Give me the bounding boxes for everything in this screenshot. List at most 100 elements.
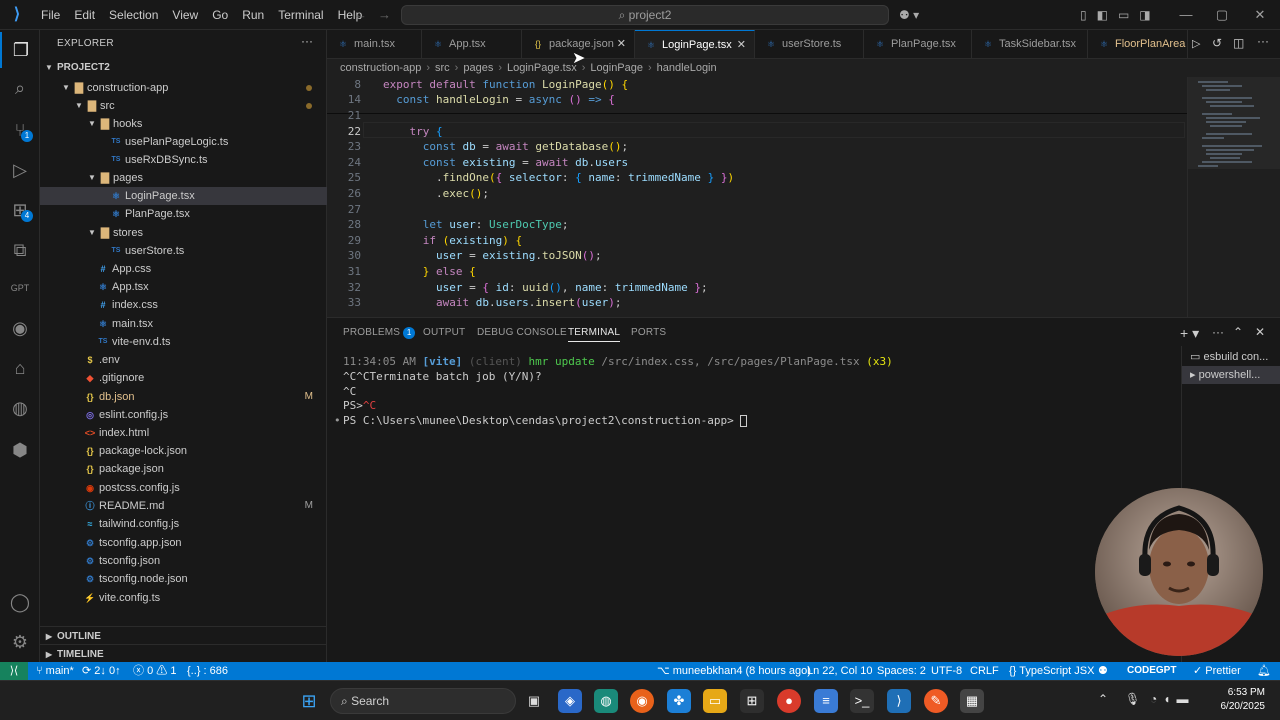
file-package-lock.json[interactable]: {} package-lock.json [40, 442, 327, 460]
layout-toggle-icons[interactable]: ▯◧▭◨ [1080, 0, 1161, 30]
file-tailwind.config.js[interactable]: ≈ tailwind.config.js [40, 515, 327, 533]
nav-forward-icon[interactable]: → [378, 0, 391, 30]
file-.env[interactable]: $ .env [40, 351, 327, 369]
file-db.json[interactable]: {} db.json M [40, 388, 327, 406]
menu-file[interactable]: File [34, 0, 67, 30]
windows-start-icon[interactable]: ⊞ [297, 689, 321, 713]
menu-terminal[interactable]: Terminal [271, 0, 330, 30]
file-LoginPage.tsx[interactable]: ⚛ LoginPage.tsx [40, 187, 327, 205]
notepad-app-icon[interactable]: ≡ [814, 689, 838, 713]
file-useRxDBSync.ts[interactable]: TS useRxDBSync.ts [40, 151, 327, 169]
settings-gear-icon[interactable]: ⚙ [0, 624, 40, 660]
file-tsconfig.json[interactable]: ⚙ tsconfig.json [40, 552, 327, 570]
menu-edit[interactable]: Edit [67, 0, 102, 30]
breadcrumb-item[interactable]: src [435, 62, 450, 74]
editor-more-icon[interactable]: ··· [1257, 34, 1269, 48]
folder-pages[interactable]: ▼ ▇ pages [40, 169, 327, 187]
menu-selection[interactable]: Selection [102, 0, 165, 30]
extensions-icon[interactable]: ⊞ 4 [0, 192, 40, 228]
microphone-icon[interactable]: 🎙︎ [1125, 692, 1140, 706]
file-index.html[interactable]: <> index.html [40, 424, 327, 442]
line-ending[interactable]: CRLF [970, 662, 999, 680]
postman-app-icon[interactable]: ✎ [924, 689, 948, 713]
split-editor-icon[interactable]: ◫ [1233, 36, 1244, 50]
terminal-app-icon[interactable]: >_ [850, 689, 874, 713]
file-vite.config.ts[interactable]: ⚡ vite.config.ts [40, 589, 327, 607]
history-icon[interactable]: ↺ [1212, 36, 1222, 50]
file-index.css[interactable]: # index.css [40, 296, 327, 314]
breadcrumb-item[interactable]: construction-app [340, 62, 421, 74]
tray-icons[interactable]: ◔◖▬ [1150, 692, 1195, 706]
tray-chevron-icon[interactable]: ⌃ [1098, 692, 1108, 706]
remote-indicator[interactable]: ⟩⟨ [0, 662, 28, 680]
tab-App.tsx[interactable]: ⚛ App.tsx [422, 30, 522, 58]
copilot-icon[interactable]: ⚉ ▾ [899, 0, 919, 30]
taskbar-search[interactable]: ⌕ Search [330, 688, 516, 714]
edge-icon[interactable]: ◍ [0, 390, 40, 426]
file-README.md[interactable]: ⓘ README.md M [40, 497, 327, 515]
timeline-section[interactable]: ▶ TIMELINE [40, 644, 327, 663]
tab-LoginPage.tsx[interactable]: ⚛ LoginPage.tsx ✕ [635, 30, 755, 58]
file-vite-env.d.ts[interactable]: TS vite-env.d.ts [40, 333, 327, 351]
copilot-status-icon[interactable]: ⚉ [1098, 662, 1108, 680]
nav-back-icon[interactable]: ← [354, 0, 367, 30]
tab-TaskSidebar.tsx[interactable]: ⚛ TaskSidebar.tsx [972, 30, 1088, 58]
panel-more-icon[interactable]: ··· [1212, 325, 1224, 339]
file-userStore.ts[interactable]: TS userStore.ts [40, 242, 327, 260]
store-app-icon[interactable]: ⊞ [740, 689, 764, 713]
more-actions-icon[interactable]: ··· [301, 34, 313, 48]
task-view-icon[interactable]: ▣ [522, 689, 546, 713]
file-App.css[interactable]: # App.css [40, 260, 327, 278]
folder-src[interactable]: ▼ ▇ src [40, 97, 327, 115]
breadcrumb-item[interactable]: pages [463, 62, 493, 74]
git-blame[interactable]: ⌥ muneebkhan4 (8 hours ago) [657, 662, 811, 680]
vscode-app-icon[interactable]: ⟩ [887, 689, 911, 713]
outline-section[interactable]: ▶ OUTLINE [40, 626, 327, 645]
branch-indicator[interactable]: ⑂ main* [36, 662, 74, 680]
tab-FloorPlanArea[interactable]: ⚛ FloorPlanArea [1088, 30, 1188, 58]
search-view-icon[interactable]: ⌕ [0, 70, 40, 106]
panel-tab-terminal[interactable]: TERMINAL [568, 327, 621, 342]
minimap[interactable] [1187, 77, 1280, 317]
run-debug-icon[interactable]: ▷ [0, 152, 40, 188]
command-center-search[interactable]: ⌕ project2 [401, 5, 889, 25]
project-root[interactable]: ▼ PROJECT2 [40, 59, 327, 77]
close-tab-icon[interactable]: ✕ [617, 30, 626, 58]
tab-PlanPage.tsx[interactable]: ⚛ PlanPage.tsx [864, 30, 972, 58]
run-icon[interactable]: ▷ [1192, 37, 1201, 50]
clock[interactable]: 6:53 PM 6/20/2025 [1205, 686, 1266, 714]
file-usePlanPageLogic.ts[interactable]: TS usePlanPageLogic.ts [40, 133, 327, 151]
codegpt-icon[interactable]: GPT [0, 270, 40, 306]
breadcrumb-item[interactable]: LoginPage.tsx [507, 62, 577, 74]
new-terminal-icon[interactable]: + ▾ [1180, 325, 1199, 342]
edge-app-icon[interactable]: ◍ [594, 689, 618, 713]
encoding[interactable]: UTF-8 [931, 662, 962, 680]
file-tsconfig.app.json[interactable]: ⚙ tsconfig.app.json [40, 534, 327, 552]
maximize-panel-icon[interactable]: ⌃ [1233, 325, 1243, 339]
terminal-instance[interactable]: ▸ powershell... [1182, 366, 1280, 384]
firefox-app-icon[interactable]: ◉ [630, 689, 654, 713]
minimize-icon[interactable]: — [1168, 0, 1204, 30]
prettier-status[interactable]: ✓ Prettier [1193, 662, 1241, 680]
tab-main.tsx[interactable]: ⚛ main.tsx [327, 30, 422, 58]
docker-icon[interactable]: ⌂ [0, 350, 40, 386]
file-PlanPage.tsx[interactable]: ⚛ PlanPage.tsx [40, 205, 327, 223]
packages-icon[interactable]: ⬢ [0, 432, 40, 468]
account-icon[interactable]: ◯ [0, 584, 40, 620]
breadcrumb-item[interactable]: handleLogin [657, 62, 717, 74]
tab-userStore.ts[interactable]: ⚛ userStore.ts [755, 30, 864, 58]
problems-indicator[interactable]: ⓧ 0 ⚠ 1 [133, 662, 176, 680]
file-eslint.config.js[interactable]: ◎ eslint.config.js [40, 406, 327, 424]
close-window-icon[interactable]: ✕ [1242, 0, 1278, 30]
copilot-app-icon[interactable]: ◈ [558, 689, 582, 713]
breadcrumb-item[interactable]: LoginPage [590, 62, 643, 74]
folder-stores[interactable]: ▼ ▇ stores [40, 224, 327, 242]
indentation[interactable]: Spaces: 2 [877, 662, 926, 680]
file-main.tsx[interactable]: ⚛ main.tsx [40, 315, 327, 333]
notifications-icon[interactable]: 🔔︎ [1257, 662, 1271, 680]
panel-tab-output[interactable]: OUTPUT [423, 327, 465, 338]
chrome-app-icon[interactable]: ● [777, 689, 801, 713]
file-package.json[interactable]: {} package.json [40, 460, 327, 478]
file-postcss.config.js[interactable]: ◉ postcss.config.js [40, 479, 327, 497]
source-control-icon[interactable]: ⑂ 1 [0, 112, 40, 148]
